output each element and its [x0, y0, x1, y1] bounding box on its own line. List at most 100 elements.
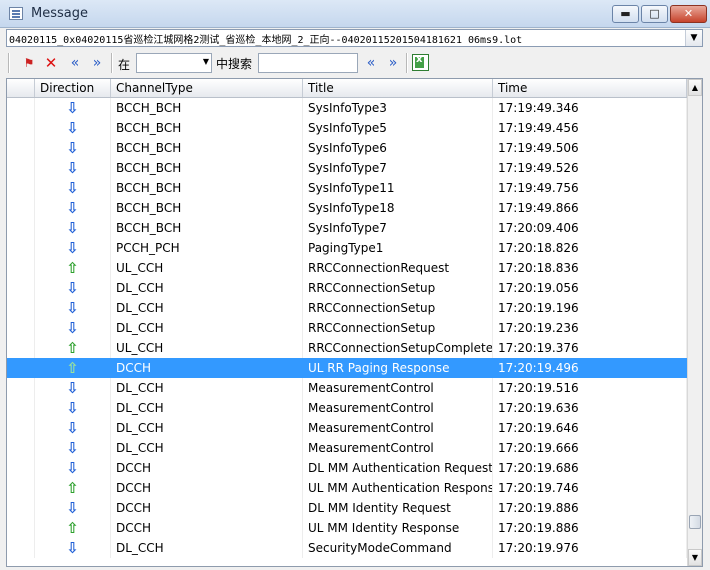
channel-type-cell: BCCH_BCH	[111, 198, 303, 218]
direction-cell: ⇩	[35, 418, 111, 438]
header-direction[interactable]: Direction	[35, 79, 111, 97]
header-channel-type[interactable]: ChannelType	[111, 79, 303, 97]
table-row[interactable]: ⇩ PCCH_PCH PagingType1 17:20:18.826	[7, 238, 687, 258]
arrow-up-icon: ⇧	[66, 479, 79, 497]
table-row[interactable]: ⇩ BCCH_BCH SysInfoType18 17:19:49.866	[7, 198, 687, 218]
time-cell: 17:20:19.236	[493, 318, 687, 338]
table-body: ⇩ BCCH_BCH SysInfoType3 17:19:49.346 ⇩ BCCH_B…	[7, 98, 687, 558]
title-cell: RRCConnectionSetup	[303, 298, 493, 318]
table-row[interactable]: ⇩ DL_CCH MeasurementControl 17:20:19.636	[7, 398, 687, 418]
arrow-down-icon: ⇩	[66, 319, 79, 337]
direction-cell: ⇧	[35, 478, 111, 498]
close-icon[interactable]: ✕	[42, 54, 60, 72]
arrow-up-icon: ⇧	[66, 339, 79, 357]
table-row[interactable]: ⇧ DCCH UL MM Identity Response 17:20:19.886	[7, 518, 687, 538]
search-next-icon[interactable]: »	[384, 54, 402, 72]
channel-type-cell: DCCH	[111, 478, 303, 498]
arrow-down-icon: ⇩	[66, 239, 79, 257]
arrow-down-icon: ⇩	[66, 379, 79, 397]
title-cell: SysInfoType7	[303, 158, 493, 178]
channel-type-cell: DCCH	[111, 498, 303, 518]
table-row[interactable]: ⇩ DL_CCH MeasurementControl 17:20:19.666	[7, 438, 687, 458]
scrollbar-thumb[interactable]	[689, 515, 701, 529]
toolbar-separator	[111, 53, 113, 73]
direction-cell: ⇩	[35, 298, 111, 318]
channel-type-cell: DL_CCH	[111, 398, 303, 418]
direction-cell: ⇩	[35, 118, 111, 138]
field-select[interactable]: ▼	[136, 53, 212, 73]
direction-cell: ⇩	[35, 498, 111, 518]
time-cell: 17:20:19.886	[493, 518, 687, 538]
time-cell: 17:20:19.886	[493, 498, 687, 518]
table-row[interactable]: ⇩ BCCH_BCH SysInfoType11 17:19:49.756	[7, 178, 687, 198]
table-row[interactable]: ⇧ UL_CCH RRCConnectionRequest 17:20:18.836	[7, 258, 687, 278]
arrow-down-icon: ⇩	[66, 279, 79, 297]
table-row[interactable]: ⇧ DCCH UL MM Authentication Response 17:20:…	[7, 478, 687, 498]
search-input[interactable]	[258, 53, 358, 73]
row-gutter	[7, 318, 35, 338]
table-row[interactable]: ⇩ DL_CCH RRCConnectionSetup 17:20:19.196	[7, 298, 687, 318]
table-row[interactable]: ⇩ BCCH_BCH SysInfoType7 17:20:09.406	[7, 218, 687, 238]
excel-icon[interactable]	[412, 54, 429, 71]
table-row[interactable]: ⇧ DCCH UL RR Paging Response 17:20:19.496	[7, 358, 687, 378]
maximize-button[interactable]: □	[641, 5, 668, 23]
row-gutter	[7, 438, 35, 458]
close-button[interactable]: ✕	[670, 5, 707, 23]
table-row[interactable]: ⇩ BCCH_BCH SysInfoType7 17:19:49.526	[7, 158, 687, 178]
vertical-scrollbar[interactable]: ▲ ▼	[687, 79, 702, 566]
arrow-down-icon: ⇩	[66, 439, 79, 457]
row-gutter	[7, 418, 35, 438]
row-gutter	[7, 138, 35, 158]
direction-cell: ⇩	[35, 538, 111, 558]
arrow-up-icon: ⇧	[66, 519, 79, 537]
double-left-arrow-icon[interactable]: «	[66, 54, 84, 72]
title-cell: UL RR Paging Response	[303, 358, 493, 378]
row-gutter	[7, 298, 35, 318]
flag-icon[interactable]: ⚑	[20, 54, 38, 72]
table-row[interactable]: ⇩ DCCH DL MM Authentication Request 17:20:1…	[7, 458, 687, 478]
file-path-combobox[interactable]: 04020115_0x04020115省巡检江城网格2测试_省巡检_本地网_2_…	[6, 29, 703, 47]
table-row[interactable]: ⇩ DL_CCH SecurityModeCommand 17:20:19.976	[7, 538, 687, 558]
arrow-down-icon: ⇩	[66, 419, 79, 437]
table-row[interactable]: ⇩ BCCH_BCH SysInfoType3 17:19:49.346	[7, 98, 687, 118]
header-time[interactable]: Time	[493, 79, 687, 97]
arrow-down-icon: ⇩	[66, 199, 79, 217]
title-cell: SysInfoType6	[303, 138, 493, 158]
arrow-up-icon: ⇧	[66, 259, 79, 277]
minimize-button[interactable]: ▬	[612, 5, 639, 23]
in-label: 在	[118, 58, 131, 72]
channel-type-cell: DCCH	[111, 358, 303, 378]
title-cell: MeasurementControl	[303, 378, 493, 398]
double-right-arrow-icon[interactable]: »	[88, 54, 106, 72]
direction-cell: ⇩	[35, 178, 111, 198]
search-prev-icon[interactable]: «	[362, 54, 380, 72]
table-row[interactable]: ⇩ DL_CCH MeasurementControl 17:20:19.516	[7, 378, 687, 398]
time-cell: 17:20:19.976	[493, 538, 687, 558]
table-row[interactable]: ⇩ DL_CCH RRCConnectionSetup 17:20:19.056	[7, 278, 687, 298]
title-cell: RRCConnectionSetup	[303, 318, 493, 338]
header-title[interactable]: Title	[303, 79, 493, 97]
table-row[interactable]: ⇩ DCCH DL MM Identity Request 17:20:19.886	[7, 498, 687, 518]
table-row[interactable]: ⇧ UL_CCH RRCConnectionSetupComplete 17:20:1…	[7, 338, 687, 358]
channel-type-cell: BCCH_BCH	[111, 138, 303, 158]
channel-type-cell: BCCH_BCH	[111, 218, 303, 238]
time-cell: 17:19:49.526	[493, 158, 687, 178]
direction-cell: ⇩	[35, 318, 111, 338]
scroll-up-icon[interactable]: ▲	[688, 79, 702, 96]
arrow-down-icon: ⇩	[66, 99, 79, 117]
channel-type-cell: DL_CCH	[111, 418, 303, 438]
title-cell: SysInfoType5	[303, 118, 493, 138]
time-cell: 17:20:19.516	[493, 378, 687, 398]
toolbar-separator	[406, 53, 408, 73]
title-bar: Message ▬ □ ✕	[0, 0, 710, 28]
file-path-text: 04020115_0x04020115省巡检江城网格2测试_省巡检_本地网_2_…	[9, 35, 523, 46]
table-row[interactable]: ⇩ DL_CCH RRCConnectionSetup 17:20:19.236	[7, 318, 687, 338]
search-label: 中搜索	[216, 57, 253, 71]
arrow-down-icon: ⇩	[66, 539, 79, 557]
chevron-down-icon[interactable]: ▼	[685, 30, 702, 46]
table-row[interactable]: ⇩ BCCH_BCH SysInfoType5 17:19:49.456	[7, 118, 687, 138]
table-row[interactable]: ⇩ BCCH_BCH SysInfoType6 17:19:49.506	[7, 138, 687, 158]
title-cell: UL MM Authentication Response	[303, 478, 493, 498]
scroll-down-icon[interactable]: ▼	[688, 549, 702, 566]
table-row[interactable]: ⇩ DL_CCH MeasurementControl 17:20:19.646	[7, 418, 687, 438]
